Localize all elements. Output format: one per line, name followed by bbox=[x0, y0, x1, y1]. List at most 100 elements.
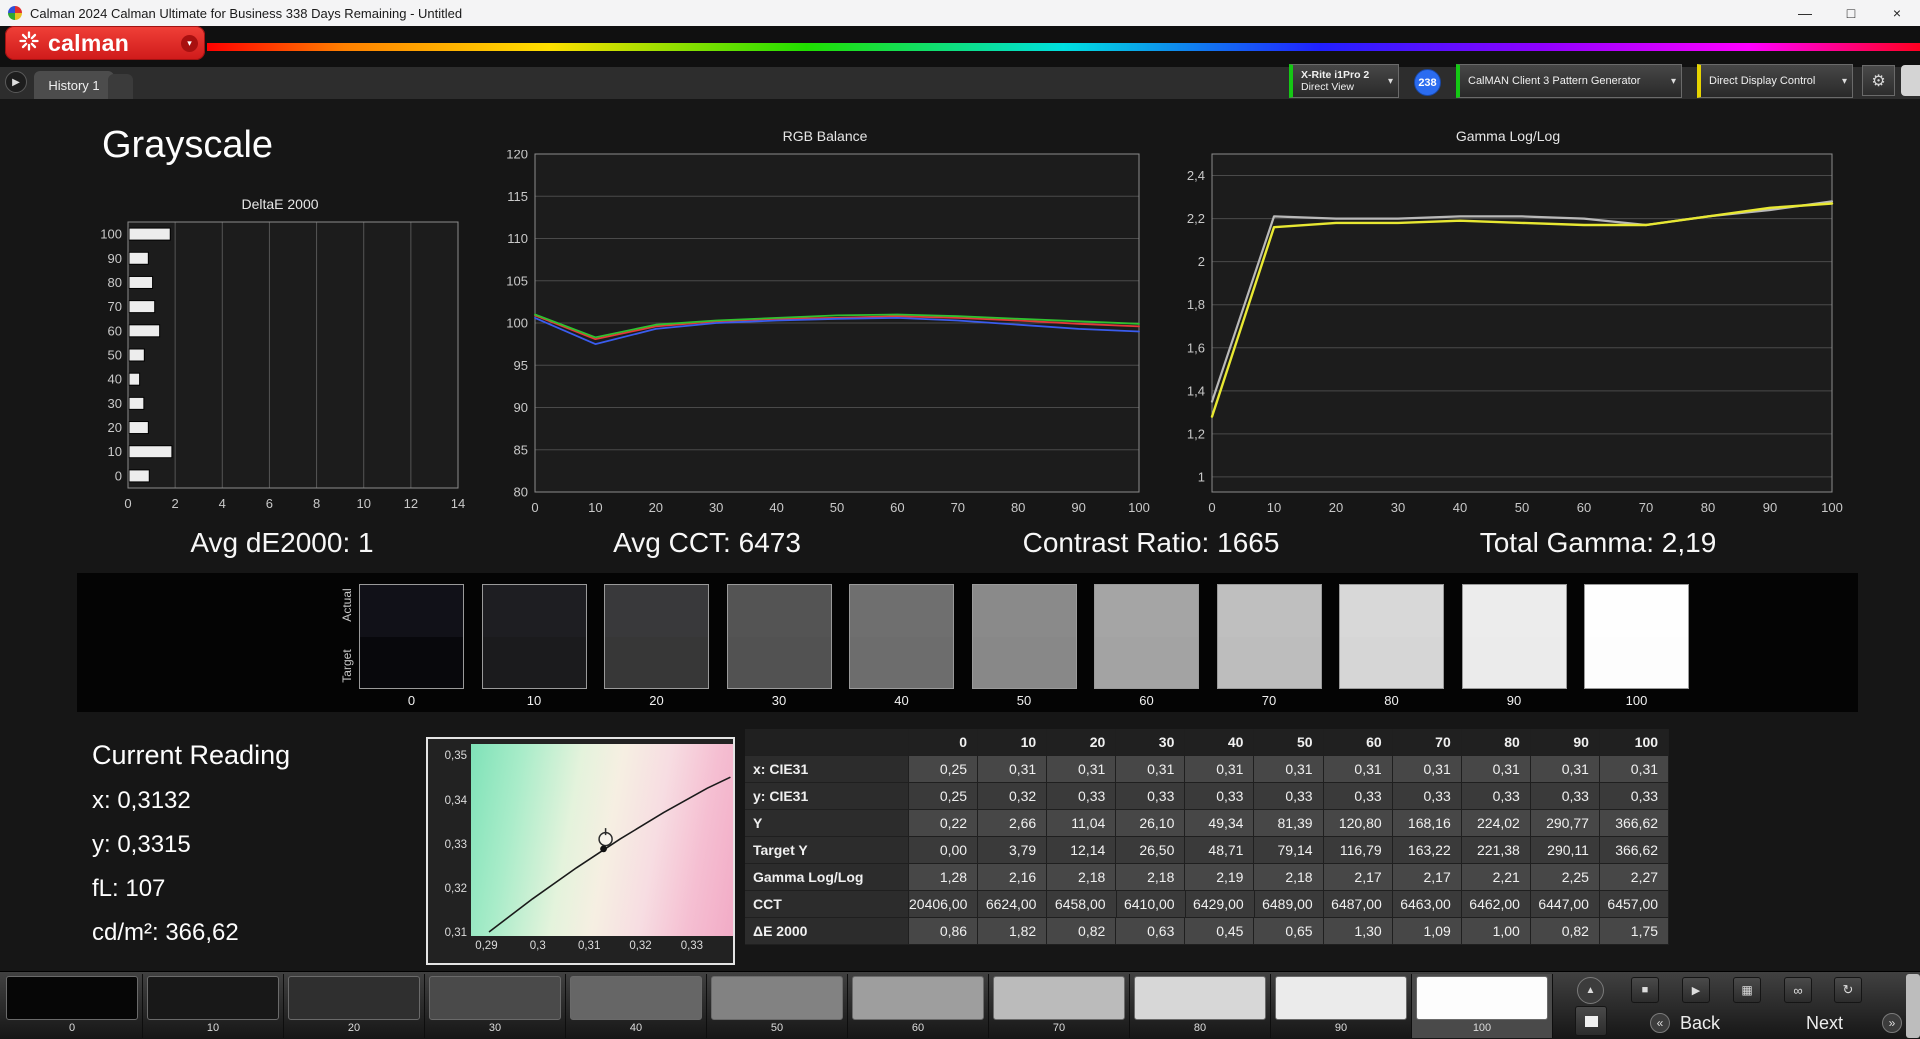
table-value-cell: 6487,00 bbox=[1323, 891, 1393, 918]
table-value-cell: 221,38 bbox=[1461, 837, 1531, 864]
table-value-cell: 6462,00 bbox=[1461, 891, 1531, 918]
svg-text:10: 10 bbox=[356, 496, 370, 511]
table-value-cell: 290,11 bbox=[1530, 837, 1600, 864]
table-row-label: Target Y bbox=[745, 837, 909, 864]
play-button[interactable]: ▶ bbox=[1682, 977, 1710, 1003]
calman-logo-button[interactable]: calman ▾ bbox=[5, 26, 205, 60]
reading-y: y: 0,3315 bbox=[92, 831, 191, 858]
close-button[interactable]: × bbox=[1874, 0, 1920, 26]
minimize-button[interactable]: — bbox=[1782, 0, 1828, 26]
gray-swatch: 80 bbox=[1339, 584, 1444, 708]
reading-cdm2: cd/m²: 366,62 bbox=[92, 919, 239, 946]
svg-text:10: 10 bbox=[588, 500, 602, 515]
tab-ghost[interactable] bbox=[108, 74, 133, 99]
table-row-label: Gamma Log/Log bbox=[745, 864, 909, 891]
cie-x-tick-label: 0,32 bbox=[629, 940, 652, 952]
svg-text:30: 30 bbox=[108, 396, 122, 411]
table-value-cell: 81,39 bbox=[1254, 810, 1324, 837]
swatch-actual bbox=[1217, 585, 1321, 637]
gray-swatch: 30 bbox=[726, 584, 832, 708]
table-header-cell: 100 bbox=[1599, 729, 1670, 756]
svg-text:90: 90 bbox=[108, 251, 122, 266]
table-value-cell: 49,34 bbox=[1185, 810, 1255, 837]
pattern-window-button[interactable] bbox=[1575, 1006, 1607, 1036]
svg-text:100: 100 bbox=[1821, 500, 1843, 515]
table-value-cell: 0,33 bbox=[1392, 783, 1462, 810]
tab-history-1[interactable]: History 1 bbox=[34, 71, 114, 99]
pattern-patch-swatch bbox=[288, 976, 420, 1020]
reading-count-badge[interactable]: 238 bbox=[1414, 69, 1441, 96]
pattern-patch-button[interactable]: 50 bbox=[707, 974, 848, 1038]
swatch-target bbox=[1585, 637, 1688, 688]
pattern-patch-button[interactable]: 30 bbox=[425, 974, 566, 1038]
gray-swatch: 40 bbox=[849, 584, 954, 708]
maximize-button[interactable]: □ bbox=[1828, 0, 1874, 26]
table-value-cell: 0,82 bbox=[1530, 918, 1600, 945]
gray-swatch: 20 bbox=[604, 584, 709, 708]
bottom-right-panel-edge[interactable] bbox=[1906, 974, 1920, 1038]
table-row-label: x: CIE31 bbox=[745, 756, 909, 783]
logo-menu-chevron-icon[interactable]: ▾ bbox=[181, 35, 198, 52]
table-value-cell: 0,22 bbox=[909, 810, 979, 837]
pattern-patch-button[interactable]: 100 bbox=[1412, 974, 1553, 1038]
table-row: CCT 20406,00 6624,00 6458,00 6410,00 6429,00 6… bbox=[745, 891, 1670, 918]
svg-text:2,4: 2,4 bbox=[1187, 168, 1205, 183]
gamma-chart-title: Gamma Log/Log bbox=[1455, 128, 1561, 144]
table-value-cell: 0,82 bbox=[1047, 918, 1117, 945]
chevron-down-icon: ▾ bbox=[1387, 76, 1393, 87]
swatch-level-label: 0 bbox=[407, 693, 416, 708]
table-value-cell: 6429,00 bbox=[1185, 891, 1255, 918]
rgb-balance-chart-panel: RGB Balance 80 85 90 95 100 105 110 115 120 0 10 20… bbox=[495, 128, 1155, 527]
refresh-button[interactable]: ↻ bbox=[1834, 977, 1862, 1003]
pattern-patch-button[interactable]: 10 bbox=[143, 974, 284, 1038]
link-button[interactable]: ∞ bbox=[1784, 977, 1812, 1003]
pattern-patch-button[interactable]: 40 bbox=[566, 974, 707, 1038]
swatch-target bbox=[850, 637, 953, 688]
table-header-row: 0 10 20 30 40 50 60 70 80 90 100 bbox=[745, 729, 1670, 756]
display-control-dropdown[interactable]: Direct Display Control ▾ bbox=[1697, 64, 1853, 98]
titlebar: Calman 2024 Calman Ultimate for Business… bbox=[0, 0, 1920, 26]
table-value-cell: 0,33 bbox=[1461, 783, 1531, 810]
svg-text:80: 80 bbox=[1011, 500, 1025, 515]
table-value-cell: 2,21 bbox=[1461, 864, 1531, 891]
next-button[interactable]: Next bbox=[1806, 1013, 1843, 1034]
svg-text:60: 60 bbox=[1577, 500, 1591, 515]
gray-swatch: 70 bbox=[1216, 584, 1322, 708]
stop-button[interactable]: ■ bbox=[1631, 977, 1659, 1003]
current-reading-title: Current Reading bbox=[92, 740, 291, 770]
table-value-cell: 0,32 bbox=[978, 783, 1048, 810]
table-value-cell: 1,30 bbox=[1323, 918, 1393, 945]
table-value-cell: 6458,00 bbox=[1047, 891, 1117, 918]
cie-x-tick-label: 0,33 bbox=[680, 940, 704, 952]
save-button[interactable]: ▦ bbox=[1733, 977, 1761, 1003]
pattern-patch-swatch bbox=[429, 976, 561, 1020]
right-panel-edge[interactable] bbox=[1901, 65, 1920, 96]
table-value-cell: 2,17 bbox=[1392, 864, 1462, 891]
next-chevron-icon[interactable]: » bbox=[1882, 1013, 1902, 1033]
svg-text:4: 4 bbox=[219, 496, 226, 511]
pattern-patch-button[interactable]: 80 bbox=[1130, 974, 1271, 1038]
table-value-cell: 120,80 bbox=[1323, 810, 1393, 837]
back-button[interactable]: Back bbox=[1680, 1013, 1720, 1034]
panel-expand-icon[interactable]: ▶ bbox=[5, 71, 27, 93]
pattern-generator-dropdown[interactable]: CalMAN Client 3 Pattern Generator ▾ bbox=[1456, 64, 1682, 98]
display-control-name: Direct Display Control bbox=[1709, 75, 1816, 87]
pattern-patch-button[interactable]: 90 bbox=[1271, 974, 1412, 1038]
pattern-patch-button[interactable]: 0 bbox=[2, 974, 143, 1038]
pattern-patch-button[interactable]: 70 bbox=[989, 974, 1130, 1038]
cie-plot bbox=[471, 744, 733, 936]
swatch-level-label: 40 bbox=[894, 693, 909, 708]
svg-text:60: 60 bbox=[890, 500, 904, 515]
swatch-actual bbox=[972, 585, 1076, 637]
svg-text:120: 120 bbox=[506, 150, 528, 162]
meter-dropdown[interactable]: X-Rite i1Pro 2 Direct View ▾ bbox=[1289, 64, 1399, 98]
pattern-patch-button[interactable]: 60 bbox=[848, 974, 989, 1038]
swatch-level-label: 20 bbox=[649, 693, 664, 708]
settings-gear-icon[interactable]: ⚙ bbox=[1862, 65, 1895, 96]
table-value-cell: 79,14 bbox=[1254, 837, 1324, 864]
pattern-patch-label: 100 bbox=[1472, 1022, 1492, 1034]
table-header-cell: 30 bbox=[1116, 729, 1186, 756]
back-chevron-icon[interactable]: « bbox=[1650, 1013, 1670, 1033]
pattern-patch-button[interactable]: 20 bbox=[284, 974, 425, 1038]
eject-pattern-icon[interactable]: ▲ bbox=[1577, 977, 1604, 1004]
